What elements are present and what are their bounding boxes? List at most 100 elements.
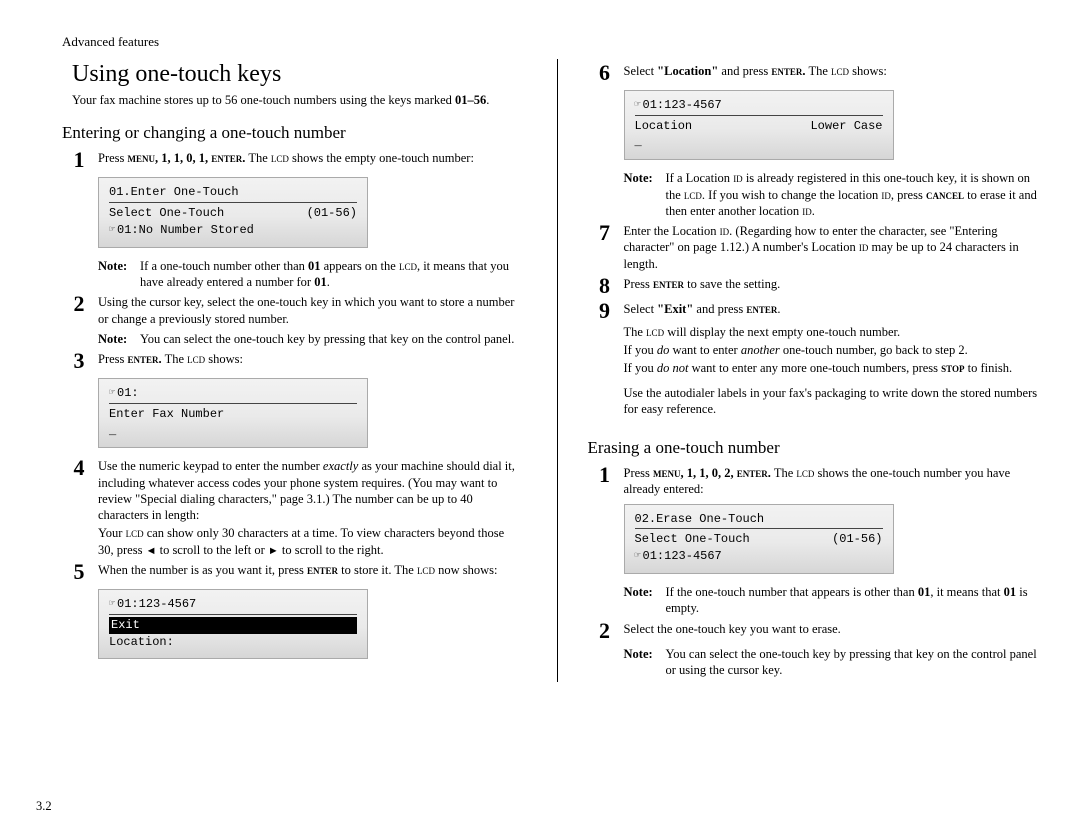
pointer-icon: ☞ <box>635 100 641 111</box>
lcd-line-selected: Exit <box>109 617 357 634</box>
left-arrow-icon: ◄ <box>146 545 157 557</box>
t: menu, 1, 1, 0, 2, enter. <box>653 466 771 480</box>
t: id <box>881 188 891 202</box>
lcd-line: Select One-Touch <box>635 531 833 548</box>
t: do not <box>657 361 689 375</box>
t: Press <box>624 466 654 480</box>
t: 01 <box>1004 585 1017 599</box>
post-9b: If you do want to enter another one-touc… <box>624 342 1045 358</box>
intro-part-a: Your fax machine stores up to 56 one-tou… <box>72 93 455 107</box>
t: enter <box>746 302 777 316</box>
t: and press <box>693 302 746 316</box>
t: If you <box>624 361 657 375</box>
note-body: If a one-touch number other than 01 appe… <box>140 258 519 291</box>
lcd-screen-1: 01.Enter One-Touch Select One-Touch(01-5… <box>98 177 368 247</box>
t: enter <box>307 563 338 577</box>
t: will display the next empty one-touch nu… <box>664 325 900 339</box>
note-body: You can select the one-touch key by pres… <box>140 331 519 347</box>
right-arrow-icon: ► <box>268 545 279 557</box>
note-body: You can select the one-touch key by pres… <box>666 646 1045 679</box>
t: to scroll to the left or <box>156 543 267 557</box>
step-body: Press menu, 1, 1, 0, 1, enter. The lcd s… <box>98 150 519 166</box>
pointer-icon: ☞ <box>635 551 641 562</box>
left-column: Using one-touch keys Your fax machine st… <box>62 59 523 682</box>
step-number: 2 <box>592 620 618 642</box>
lcd-line: 01.Enter One-Touch <box>109 184 239 201</box>
note-6: Note: If a Location id is already regist… <box>624 170 1045 219</box>
t: lcd <box>399 259 417 273</box>
t: stop <box>941 361 964 375</box>
step-number: 6 <box>592 62 618 84</box>
extra-4: Your lcd can show only 30 characters at … <box>98 525 519 558</box>
note-body: If a Location id is already registered i… <box>666 170 1045 219</box>
manual-page: Advanced features Using one-touch keys Y… <box>0 0 1080 834</box>
subheading-erase: Erasing a one-touch number <box>588 437 1045 459</box>
t: , press <box>891 188 926 202</box>
step-number: 3 <box>66 350 92 372</box>
t: If the one-touch number that appears is … <box>666 585 918 599</box>
note-erase-1: Note: If the one-touch number that appea… <box>624 584 1045 617</box>
pointer-icon: ☞ <box>109 599 115 610</box>
step-3: 3 Press enter. The lcd shows: <box>66 351 519 372</box>
note-label: Note: <box>98 331 140 347</box>
t: shows the empty one-touch number: <box>289 151 474 165</box>
t: shows: <box>849 64 887 78</box>
t: The <box>806 64 831 78</box>
step-number: 7 <box>592 222 618 244</box>
step-body: Select "Exit" and press enter. <box>624 301 1045 317</box>
t: If a Location <box>666 171 734 185</box>
t: 01 <box>918 585 931 599</box>
t: id <box>802 204 812 218</box>
t: Your <box>98 526 126 540</box>
t: Press <box>98 151 128 165</box>
step-2: 2 Using the cursor key, select the one-t… <box>66 294 519 327</box>
t: and press <box>718 64 771 78</box>
step-body: Using the cursor key, select the one-tou… <box>98 294 519 327</box>
t: "Exit" <box>657 302 693 316</box>
lcd-line: 01:No Number Stored <box>117 223 254 237</box>
step-1: 1 Press menu, 1, 1, 0, 1, enter. The lcd… <box>66 150 519 171</box>
t: to scroll to the right. <box>279 543 384 557</box>
pointer-icon: ☞ <box>109 388 115 399</box>
post-9d: Use the autodialer labels in your fax's … <box>624 385 1045 418</box>
t: one-touch number, go back to step 2. <box>780 343 968 357</box>
erase-step-1: 1 Press menu, 1, 1, 0, 2, enter. The lcd… <box>592 465 1045 498</box>
step-body: Press enter to save the setting. <box>624 276 1045 292</box>
step-number: 9 <box>592 300 618 322</box>
step-body: When the number is as you want it, press… <box>98 562 519 578</box>
step-body: Select the one-touch key you want to era… <box>624 621 1045 637</box>
t: appears on the <box>321 259 399 273</box>
step-number: 2 <box>66 293 92 315</box>
intro-part-b: 01–56 <box>455 93 486 107</box>
t: . <box>777 302 780 316</box>
lcd-screen-5: ☞01:123-4567 Exit Location: <box>98 589 368 659</box>
right-column: 6 Select "Location" and press enter. The… <box>557 59 1045 682</box>
t: Press <box>98 352 128 366</box>
step-number: 8 <box>592 275 618 297</box>
t: lcd <box>646 325 664 339</box>
lcd-line: 01:123-4567 <box>643 549 722 563</box>
t: . <box>812 204 815 218</box>
t: Enter the Location <box>624 224 720 238</box>
step-number: 5 <box>66 561 92 583</box>
note-label: Note: <box>98 258 140 291</box>
t: Select <box>624 302 658 316</box>
lcd-line: Select One-Touch <box>109 205 307 222</box>
lcd-screen-erase: 02.Erase One-Touch Select One-Touch(01-5… <box>624 504 894 574</box>
t: enter <box>653 277 684 291</box>
t: "Location" <box>657 64 718 78</box>
step-body: Enter the Location id. (Regarding how to… <box>624 223 1045 272</box>
post-9c: If you do not want to enter any more one… <box>624 360 1045 376</box>
t: lcd <box>126 526 144 540</box>
step-9: 9 Select "Exit" and press enter. <box>592 301 1045 322</box>
t: . If you wish to change the location <box>702 188 881 202</box>
t: to save the setting. <box>684 277 780 291</box>
note-label: Note: <box>624 584 666 617</box>
note-body: If the one-touch number that appears is … <box>666 584 1045 617</box>
t: 01 <box>308 259 321 273</box>
lcd-line: (01-56) <box>832 531 882 548</box>
subheading-enter: Entering or changing a one-touch number <box>62 122 519 144</box>
t: id <box>720 224 730 238</box>
lcd-line: _ <box>109 423 116 440</box>
step-number: 4 <box>66 457 92 479</box>
